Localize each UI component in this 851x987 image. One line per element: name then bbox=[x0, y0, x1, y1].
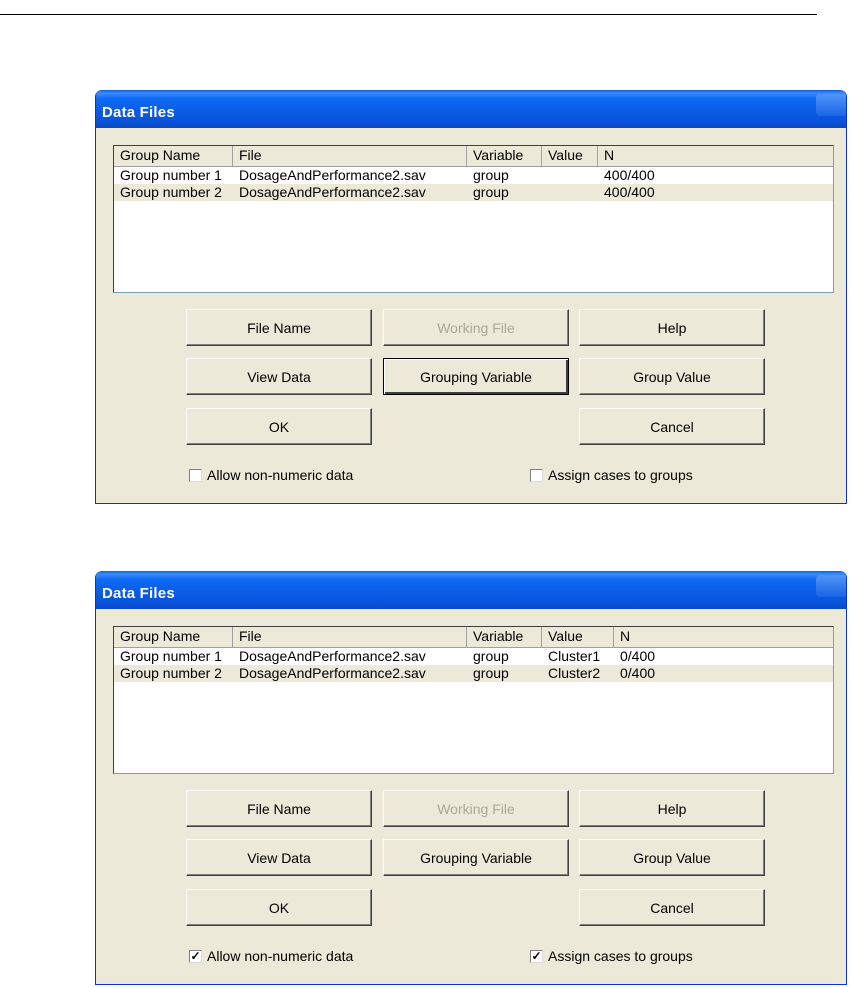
cell-file: DosageAndPerformance2.sav bbox=[239, 665, 426, 681]
cancel-button[interactable]: Cancel bbox=[579, 889, 765, 926]
cell-group-name: Group number 1 bbox=[120, 167, 222, 183]
table-row[interactable]: Group number 1 DosageAndPerformance2.sav… bbox=[114, 167, 833, 184]
page-top-rule bbox=[0, 14, 817, 15]
ok-button[interactable]: OK bbox=[186, 889, 372, 926]
working-file-button[interactable]: Working File bbox=[383, 790, 569, 827]
cell-n: 0/400 bbox=[620, 665, 656, 681]
assign-cases-checkbox[interactable]: ✓ bbox=[530, 949, 543, 963]
cell-value: Cluster1 bbox=[548, 648, 601, 664]
view-data-button[interactable]: View Data bbox=[186, 358, 372, 395]
title-bar-control[interactable] bbox=[816, 575, 846, 597]
allow-non-numeric-option[interactable]: ✓ Allow non-numeric data bbox=[189, 948, 353, 964]
assign-cases-label: Assign cases to groups bbox=[548, 467, 693, 483]
data-files-list[interactable]: Group Name File Variable Value N Group n… bbox=[113, 145, 834, 293]
dialog-title-bar[interactable]: Data Files bbox=[96, 571, 846, 609]
data-files-list[interactable]: Group Name File Variable Value N Group n… bbox=[113, 626, 834, 774]
cell-n: 400/400 bbox=[604, 167, 655, 183]
table-row[interactable]: Group number 2 DosageAndPerformance2.sav… bbox=[114, 665, 833, 682]
assign-cases-checkbox[interactable] bbox=[530, 468, 543, 482]
cancel-button[interactable]: Cancel bbox=[579, 408, 765, 445]
assign-cases-label: Assign cases to groups bbox=[548, 948, 693, 964]
allow-non-numeric-label: Allow non-numeric data bbox=[207, 467, 354, 483]
cell-n: 0/400 bbox=[620, 648, 656, 664]
grouping-variable-button[interactable]: Grouping Variable bbox=[383, 358, 569, 395]
list-header: Group Name File Variable Value N bbox=[114, 146, 833, 167]
column-header-variable[interactable]: Variable bbox=[467, 627, 542, 647]
group-value-button[interactable]: Group Value bbox=[579, 839, 765, 876]
dialog-title: Data Files bbox=[102, 104, 175, 121]
allow-non-numeric-option[interactable]: Allow non-numeric data bbox=[189, 467, 353, 483]
title-bar-control[interactable] bbox=[816, 94, 846, 116]
allow-non-numeric-checkbox[interactable]: ✓ bbox=[189, 949, 202, 963]
column-header-group-name[interactable]: Group Name bbox=[114, 146, 233, 166]
cell-variable: group bbox=[473, 184, 509, 200]
column-header-n[interactable]: N bbox=[614, 627, 833, 647]
view-data-button[interactable]: View Data bbox=[186, 839, 372, 876]
table-row[interactable]: Group number 1 DosageAndPerformance2.sav… bbox=[114, 648, 833, 665]
data-files-dialog-1: Data Files Group Name File Variable Valu… bbox=[95, 90, 847, 504]
cell-group-name: Group number 2 bbox=[120, 184, 222, 200]
column-header-variable[interactable]: Variable bbox=[467, 146, 542, 166]
cell-value bbox=[542, 184, 598, 201]
grouping-variable-button[interactable]: Grouping Variable bbox=[383, 839, 569, 876]
column-header-value[interactable]: Value bbox=[542, 146, 598, 166]
column-header-file[interactable]: File bbox=[233, 627, 467, 647]
assign-cases-option[interactable]: ✓ Assign cases to groups bbox=[530, 948, 693, 964]
help-button[interactable]: Help bbox=[579, 309, 765, 346]
group-value-button[interactable]: Group Value bbox=[579, 358, 765, 395]
column-header-n[interactable]: N bbox=[598, 146, 833, 166]
file-name-button[interactable]: File Name bbox=[186, 309, 372, 346]
cell-file: DosageAndPerformance2.sav bbox=[239, 167, 426, 183]
cell-variable: group bbox=[473, 665, 509, 681]
file-name-button[interactable]: File Name bbox=[186, 790, 372, 827]
column-header-value[interactable]: Value bbox=[542, 627, 614, 647]
cell-value bbox=[542, 167, 598, 184]
cell-value: Cluster2 bbox=[548, 665, 601, 681]
cell-n: 400/400 bbox=[604, 184, 655, 200]
assign-cases-option[interactable]: Assign cases to groups bbox=[530, 467, 693, 483]
column-header-group-name[interactable]: Group Name bbox=[114, 627, 233, 647]
help-button[interactable]: Help bbox=[579, 790, 765, 827]
table-row[interactable]: Group number 2 DosageAndPerformance2.sav… bbox=[114, 184, 833, 201]
cell-group-name: Group number 1 bbox=[120, 648, 222, 664]
cell-file: DosageAndPerformance2.sav bbox=[239, 184, 426, 200]
column-header-file[interactable]: File bbox=[233, 146, 467, 166]
dialog-title: Data Files bbox=[102, 585, 175, 602]
allow-non-numeric-label: Allow non-numeric data bbox=[207, 948, 354, 964]
data-files-dialog-2: Data Files Group Name File Variable Valu… bbox=[95, 571, 847, 985]
cell-variable: group bbox=[473, 167, 509, 183]
allow-non-numeric-checkbox[interactable] bbox=[189, 468, 202, 482]
cell-file: DosageAndPerformance2.sav bbox=[239, 648, 426, 664]
list-header: Group Name File Variable Value N bbox=[114, 627, 833, 648]
working-file-button[interactable]: Working File bbox=[383, 309, 569, 346]
cell-group-name: Group number 2 bbox=[120, 665, 222, 681]
dialog-title-bar[interactable]: Data Files bbox=[96, 90, 846, 128]
ok-button[interactable]: OK bbox=[186, 408, 372, 445]
cell-variable: group bbox=[473, 648, 509, 664]
